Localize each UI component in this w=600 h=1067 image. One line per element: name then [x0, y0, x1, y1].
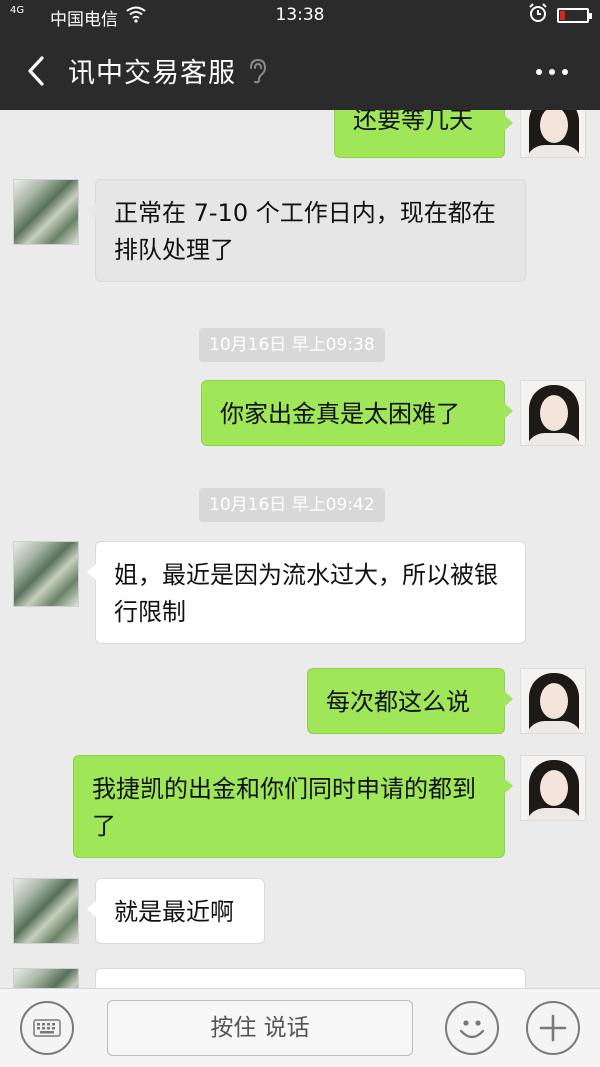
status-bar: 4G 中国电信 13:38 — [0, 0, 600, 32]
message-timestamp: 10月16日 早上09:38 — [199, 328, 385, 362]
agent-avatar[interactable] — [13, 541, 79, 607]
message-text: 我捷凯的出金和你们同时申请的都到了 — [92, 775, 476, 840]
message-bubble-sent[interactable]: 你家出金真是太困难了 — [201, 380, 513, 446]
smiley-icon[interactable] — [445, 1001, 499, 1055]
message-bubble-received[interactable]: 正常在 7-10 个工作日内，现在都在排队处理了 — [87, 179, 526, 282]
agent-avatar[interactable] — [13, 878, 79, 944]
agent-avatar[interactable] — [13, 968, 79, 988]
message-text: 还要等几天 — [353, 110, 473, 134]
more-horizontal-icon[interactable] — [532, 62, 572, 82]
plus-icon[interactable] — [526, 1001, 580, 1055]
message-bubble-received[interactable] — [95, 968, 526, 988]
message-text: 正常在 7-10 个工作日内，现在都在排队处理了 — [114, 199, 496, 264]
message-timestamp: 10月16日 早上09:42 — [199, 488, 385, 522]
chat-input-bar: 按住 说话 — [0, 988, 600, 1067]
message-bubble-sent[interactable]: 每次都这么说 — [307, 668, 513, 734]
message-text: 就是最近啊 — [114, 898, 234, 926]
hold-to-talk-button[interactable]: 按住 说话 — [107, 1000, 413, 1056]
user-avatar[interactable] — [520, 755, 586, 821]
battery-level — [560, 11, 565, 20]
user-avatar[interactable] — [520, 668, 586, 734]
chat-title: 讯中交易客服 — [68, 58, 236, 89]
agent-avatar[interactable] — [13, 179, 79, 245]
ear-icon — [246, 58, 268, 84]
battery-icon — [557, 8, 592, 23]
message-text: 姐，最近是因为流水过大，所以被银行限制 — [114, 561, 498, 626]
message-bubble-sent[interactable]: 还要等几天 — [334, 110, 513, 158]
user-avatar[interactable] — [520, 110, 586, 158]
message-text: 你家出金真是太困难了 — [220, 400, 460, 428]
status-time: 13:38 — [275, 5, 325, 25]
keyboard-icon[interactable] — [20, 1001, 74, 1055]
message-bubble-sent[interactable]: 我捷凯的出金和你们同时申请的都到了 — [73, 755, 513, 858]
chat-header: 讯中交易客服 — [0, 32, 600, 110]
message-bubble-received[interactable]: 姐，最近是因为流水过大，所以被银行限制 — [87, 541, 526, 644]
chevron-left-icon[interactable] — [22, 52, 52, 90]
message-text: 每次都这么说 — [326, 688, 470, 716]
message-list[interactable]: 还要等几天 正常在 7-10 个工作日内，现在都在排队处理了 10月16日 早上… — [0, 110, 600, 988]
alarm-icon — [528, 3, 548, 28]
user-avatar[interactable] — [520, 380, 586, 446]
message-bubble-received[interactable]: 就是最近啊 — [87, 878, 265, 944]
